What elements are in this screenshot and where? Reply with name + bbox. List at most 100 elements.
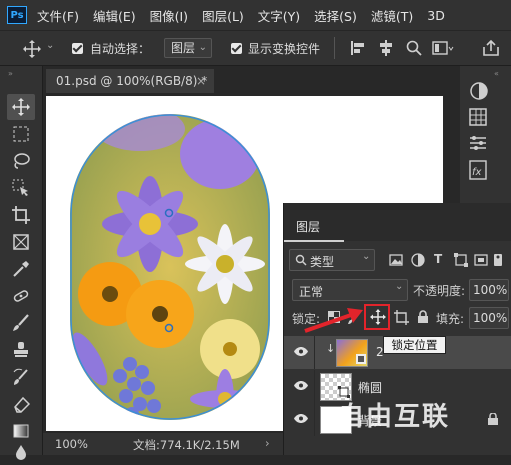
opacity-label: 不透明度: (413, 284, 466, 298)
menu-file[interactable]: 文件(F) (37, 6, 79, 25)
lasso-tool[interactable] (7, 148, 35, 174)
close-icon[interactable]: × (196, 69, 206, 93)
align-left-icon[interactable] (350, 40, 366, 56)
divider (314, 336, 315, 369)
right-panel-strip: « fx (460, 66, 511, 203)
clipping-arrow-icon: ↓ (326, 342, 336, 355)
tooltip: 锁定位置 (383, 336, 446, 354)
stamp-icon (14, 342, 28, 357)
crop-tool[interactable] (7, 202, 35, 228)
type-layer-filter-icon[interactable]: T (434, 252, 442, 266)
auto-select-checkbox[interactable] (72, 43, 83, 54)
blend-mode-value: 正常 (299, 285, 324, 299)
menu-layer[interactable]: 图层(L) (202, 6, 244, 25)
move-tool-icon[interactable] (22, 39, 42, 59)
gradient-icon (13, 424, 29, 438)
chevron-right-icon[interactable]: › (265, 436, 270, 450)
tools-panel: » (0, 66, 43, 460)
bandage-icon (13, 290, 29, 302)
frame-icon (13, 234, 29, 250)
color-panel-icon[interactable] (469, 81, 489, 101)
marquee-icon (13, 126, 29, 142)
crop-icon (12, 206, 30, 224)
active-tab-underline (284, 240, 344, 242)
photoshop-logo: Ps (7, 6, 27, 24)
chevron-down-icon: ⌄ (198, 42, 207, 53)
layer-name[interactable]: 椭圆 (358, 379, 382, 396)
eyedropper-tool[interactable] (7, 256, 35, 282)
eye-icon[interactable] (294, 381, 308, 390)
smart-object-badge-icon (356, 354, 366, 364)
auto-select-label: 自动选择： (90, 42, 151, 56)
brush-tool[interactable] (7, 310, 35, 336)
auto-select-target-dropdown[interactable]: 图层 ⌄ (164, 38, 212, 58)
menu-select[interactable]: 选择(S) (314, 6, 357, 25)
opacity-field[interactable]: 100% (469, 279, 509, 301)
share-icon[interactable] (482, 39, 500, 57)
workspace-icon[interactable] (432, 41, 454, 55)
chevron-down-icon: ⌄ (362, 251, 371, 262)
zoom-level[interactable]: 100% (55, 437, 88, 451)
blend-mode-dropdown[interactable]: 正常 ⌄ (292, 279, 408, 301)
filter-kind-dropdown[interactable]: 类型 ⌄ (289, 249, 375, 271)
object-select-tool[interactable] (7, 175, 35, 201)
collapse-icon[interactable]: « (494, 69, 499, 78)
document-tab[interactable]: 01.psd @ 100%(RGB/8) * × (46, 69, 214, 93)
search-icon[interactable] (406, 40, 422, 56)
menu-edit[interactable]: 编辑(E) (93, 6, 136, 25)
menu-3d[interactable]: 3D (427, 8, 445, 23)
opacity-value: 100% (473, 283, 508, 297)
annotation-arrow-icon (304, 308, 363, 333)
layers-panel-title[interactable]: 图层 (296, 218, 320, 235)
collapse-icon[interactable]: » (8, 69, 14, 78)
marquee-tool[interactable] (7, 121, 35, 147)
menu-image[interactable]: 图像(I) (150, 6, 188, 25)
object-select-icon (12, 179, 28, 196)
tool-preset-chevron-icon[interactable]: ⌄ (46, 40, 54, 51)
document-info: 文档:774.1K/2.15M (133, 438, 240, 452)
fill-field[interactable]: 100% (469, 307, 509, 329)
eye-icon[interactable] (294, 414, 308, 423)
watermark: 自由互联 (338, 402, 451, 432)
healing-brush-tool[interactable] (7, 283, 35, 309)
divider (334, 37, 335, 59)
filter-kind-value: 类型 (310, 255, 335, 269)
adjustments-panel-icon[interactable] (469, 134, 487, 152)
menu-type[interactable]: 文字(Y) (258, 6, 300, 25)
align-center-icon[interactable] (378, 40, 394, 56)
options-bar: ⌄ 自动选择： 图层 ⌄ 显示变换控件 (0, 30, 511, 66)
menu-bar: Ps 文件(F) 编辑(E) 图像(I) 图层(L) 文字(Y) 选择(S) 滤… (0, 0, 511, 30)
shape-layer-filter-icon[interactable] (454, 253, 468, 267)
blur-tool[interactable] (7, 439, 35, 465)
divider (314, 370, 315, 403)
flower-ellipse-artwork[interactable] (70, 114, 270, 420)
smart-object-filter-icon[interactable] (474, 253, 488, 267)
svg-text:fx: fx (472, 167, 482, 178)
move-icon (12, 98, 30, 116)
blur-icon (16, 445, 26, 460)
move-tool[interactable] (7, 94, 35, 120)
history-brush-tool[interactable] (7, 364, 35, 390)
search-icon (295, 254, 307, 266)
divider (314, 403, 315, 436)
lock-all-icon[interactable] (417, 310, 429, 324)
frame-tool[interactable] (7, 229, 35, 255)
adjustment-layer-filter-icon[interactable] (411, 253, 425, 267)
history-brush-icon (13, 368, 28, 385)
lock-artboard-icon[interactable] (394, 310, 409, 325)
status-bar: 100% 文档:774.1K/2.15M › (43, 433, 283, 455)
filter-toggle-icon[interactable] (492, 253, 504, 267)
menu-filter[interactable]: 滤镜(T) (371, 6, 413, 25)
pixel-layer-filter-icon[interactable] (389, 253, 403, 267)
swatches-panel-icon[interactable] (469, 108, 487, 126)
brush-icon (13, 314, 29, 331)
clone-stamp-tool[interactable] (7, 337, 35, 363)
eye-icon[interactable] (294, 347, 308, 356)
styles-panel-icon[interactable]: fx (469, 160, 489, 182)
document-tab-title: 01.psd @ 100%(RGB/8) * (56, 74, 208, 88)
eyedropper-icon (13, 261, 29, 277)
show-transform-label: 显示变换控件 (248, 42, 321, 56)
chevron-down-icon: ⌄ (395, 281, 404, 292)
show-transform-checkbox[interactable] (231, 43, 242, 54)
eraser-tool[interactable] (7, 391, 35, 417)
